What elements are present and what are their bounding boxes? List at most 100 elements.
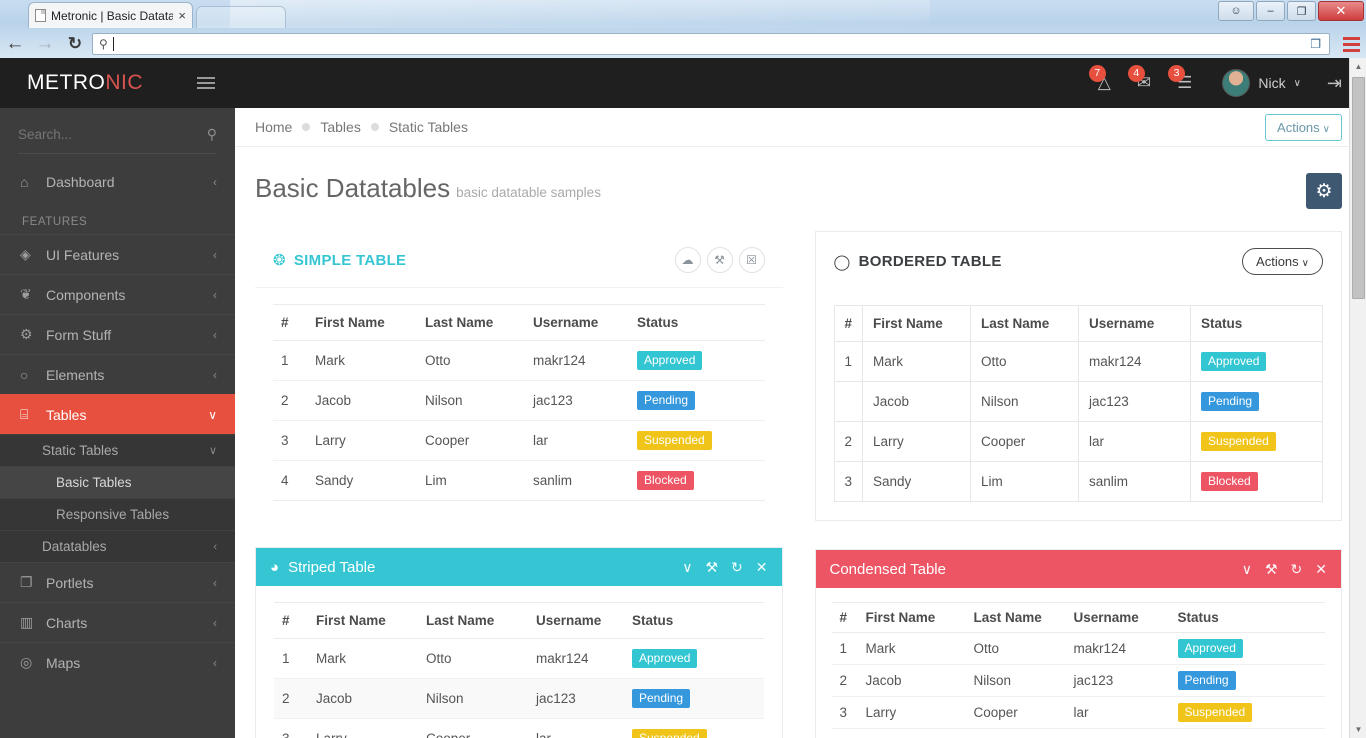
sidebar-item-portlets[interactable]: ❐ Portlets ‹ xyxy=(0,562,235,602)
sidebar-item-charts[interactable]: ▥ Charts ‹ xyxy=(0,602,235,642)
left-column: ❂ SIMPLE TABLE ☁ ⚒ ☒ # xyxy=(255,231,783,738)
bar-chart-icon: ▥ xyxy=(20,614,46,631)
portlet-actions-button[interactable]: Actions∨ xyxy=(1242,248,1323,275)
table-row[interactable]: 4 Sandy Lim sanlim Blocked xyxy=(273,461,765,501)
scroll-up-arrow-icon[interactable]: ▲ xyxy=(1350,58,1366,75)
window-close-button[interactable]: ✕ xyxy=(1318,1,1364,21)
app-logo[interactable]: METRONIC xyxy=(27,71,143,95)
translate-icon[interactable]: ❐ xyxy=(1310,37,1323,51)
table-row[interactable]: 3 Sandy Lim sanlim Blocked xyxy=(834,462,1323,502)
cell-last-name: Lim xyxy=(417,461,525,501)
status-badge: Pending xyxy=(1201,392,1259,411)
cell-last-name: Nilson xyxy=(971,382,1079,422)
breadcrumb-bar: Home Tables Static Tables Actions∨ xyxy=(235,108,1366,147)
portlet-body: # First Name Last Name Username Status 1… xyxy=(255,288,783,519)
tab-close-icon[interactable]: × xyxy=(178,9,186,22)
scroll-down-arrow-icon[interactable]: ▼ xyxy=(1350,721,1366,738)
reload-button[interactable]: ↻ xyxy=(60,34,90,54)
window-user-button[interactable]: ☺ xyxy=(1218,1,1254,21)
wrench-icon[interactable]: ⚒ xyxy=(705,559,718,576)
table-row[interactable]: 1 Mark Otto makr124 Approved xyxy=(273,341,765,381)
close-icon[interactable]: ✕ xyxy=(756,559,768,576)
collapse-icon[interactable]: ∨ xyxy=(682,559,692,576)
simple-table: # First Name Last Name Username Status 1… xyxy=(273,304,765,501)
table-row[interactable]: 2 Jacob Nilson jac123 Pending xyxy=(273,381,765,421)
sidebar-toggle-icon[interactable] xyxy=(197,77,215,89)
settings-gear-button[interactable]: ⚙ xyxy=(1306,173,1342,209)
breadcrumb-item-tables[interactable]: Tables xyxy=(320,119,360,135)
breadcrumb-item-static-tables[interactable]: Static Tables xyxy=(389,119,468,135)
forward-button[interactable]: → xyxy=(30,33,60,55)
comment-icon: ◯ xyxy=(834,253,851,271)
striped-table: # First Name Last Name Username Status 1… xyxy=(274,602,764,738)
chevron-down-icon: ∨ xyxy=(1302,258,1309,269)
sidebar-item-tables[interactable]: ⌸ Tables ∨ xyxy=(0,394,235,434)
table-row[interactable]: 1 Mark Otto makr124 Approved xyxy=(832,633,1326,665)
page-scrollbar[interactable]: ▲ ▼ xyxy=(1349,58,1366,738)
sidebar-item-responsive-tables[interactable]: Responsive Tables xyxy=(0,498,235,530)
table-header-row: # First Name Last Name Username Status xyxy=(274,603,764,639)
table-row[interactable]: 2 Jacob Nilson jac123 Pending xyxy=(274,679,764,719)
browser-tab[interactable]: Metronic | Basic Datatab × xyxy=(28,2,193,28)
cloud-upload-icon[interactable]: ☁ xyxy=(675,247,701,273)
wrench-icon[interactable]: ⚒ xyxy=(707,247,733,273)
table-row[interactable]: 2 Larry Cooper lar Suspended xyxy=(834,422,1323,462)
scrollbar-thumb[interactable] xyxy=(1352,77,1365,299)
search-icon[interactable]: ⚲ xyxy=(207,126,217,143)
portlet-header: ❂ SIMPLE TABLE ☁ ⚒ ☒ xyxy=(255,231,783,288)
user-menu[interactable]: Nick ∨ xyxy=(1222,69,1301,97)
table-row[interactable]: 1 Mark Otto makr124 Approved xyxy=(834,342,1323,382)
cell-num: 3 xyxy=(274,719,308,738)
new-tab-button[interactable] xyxy=(196,6,286,28)
messages-button[interactable]: ✉ 4 xyxy=(1137,73,1151,93)
table-row[interactable]: 2 Jacob Nilson jac123 Pending xyxy=(832,665,1326,697)
reload-icon[interactable]: ↻ xyxy=(1291,561,1303,578)
trash-icon[interactable]: ☒ xyxy=(739,247,765,273)
reload-icon[interactable]: ↻ xyxy=(731,559,743,576)
column-header-first-name: First Name xyxy=(308,603,418,639)
cell-num: 3 xyxy=(273,421,307,461)
address-bar[interactable]: ⚲ ❐ xyxy=(92,33,1330,55)
sidebar-item-dashboard[interactable]: ⌂ Dashboard ‹ xyxy=(0,162,235,202)
url-input[interactable] xyxy=(119,37,1305,51)
wrench-icon[interactable]: ⚒ xyxy=(1265,561,1278,578)
folder-icon: ❐ xyxy=(20,574,46,591)
table-row[interactable]: 3 Larry Cooper lar Suspended xyxy=(274,719,764,738)
back-button[interactable]: ← xyxy=(0,33,30,55)
sidebar-search[interactable]: ⚲ xyxy=(18,126,217,154)
tasks-button[interactable]: ☰ 3 xyxy=(1177,73,1192,93)
sidebar-item-elements[interactable]: ○ Elements ‹ xyxy=(0,354,235,394)
cell-first-name: Mark xyxy=(863,342,971,382)
sidebar-search-input[interactable] xyxy=(18,127,178,142)
table-row[interactable]: 1 Mark Otto makr124 Approved xyxy=(274,639,764,679)
sidebar-item-ui-features[interactable]: ◈ UI Features ‹ xyxy=(0,234,235,274)
portlet-title: Condensed Table xyxy=(830,561,946,578)
table-row[interactable]: 3 Larry Cooper lar Suspended xyxy=(273,421,765,461)
logout-button[interactable]: ⇥ xyxy=(1327,73,1342,94)
sidebar-item-static-tables[interactable]: Static Tables ∨ xyxy=(0,434,235,466)
table-row[interactable]: Jacob Nilson jac123 Pending xyxy=(834,382,1323,422)
browser-menu-button[interactable] xyxy=(1336,37,1366,52)
chevron-down-icon: ∨ xyxy=(209,444,217,457)
sidebar-item-label: Portlets xyxy=(46,575,213,591)
page-actions-button[interactable]: Actions∨ xyxy=(1265,114,1342,141)
chevron-left-icon: ‹ xyxy=(213,328,217,342)
portlet-title-text: SIMPLE TABLE xyxy=(294,252,407,269)
cell-status: Approved xyxy=(629,341,765,381)
breadcrumb-item-home[interactable]: Home xyxy=(255,119,292,135)
portlet-condensed-table: Condensed Table ∨ ⚒ ↻ ✕ # xyxy=(815,549,1343,738)
sidebar-item-components[interactable]: ❦ Components ‹ xyxy=(0,274,235,314)
notifications-button[interactable]: △ 7 xyxy=(1098,73,1111,93)
sidebar-item-datatables[interactable]: Datatables ‹ xyxy=(0,530,235,562)
sidebar-item-maps[interactable]: ◎ Maps ‹ xyxy=(0,642,235,682)
close-icon[interactable]: ✕ xyxy=(1315,561,1327,578)
window-minimize-button[interactable]: – xyxy=(1256,1,1285,21)
table-row[interactable]: 3 Larry Cooper lar Suspended xyxy=(832,697,1326,729)
sidebar-item-basic-tables[interactable]: Basic Tables xyxy=(0,466,235,498)
sidebar-item-form-stuff[interactable]: ⚙ Form Stuff ‹ xyxy=(0,314,235,354)
cell-status: Suspended xyxy=(1191,422,1323,462)
cell-last-name: Cooper xyxy=(418,719,528,738)
cell-last-name: Nilson xyxy=(417,381,525,421)
collapse-icon[interactable]: ∨ xyxy=(1242,561,1252,578)
window-maximize-button[interactable]: ❐ xyxy=(1287,1,1316,21)
